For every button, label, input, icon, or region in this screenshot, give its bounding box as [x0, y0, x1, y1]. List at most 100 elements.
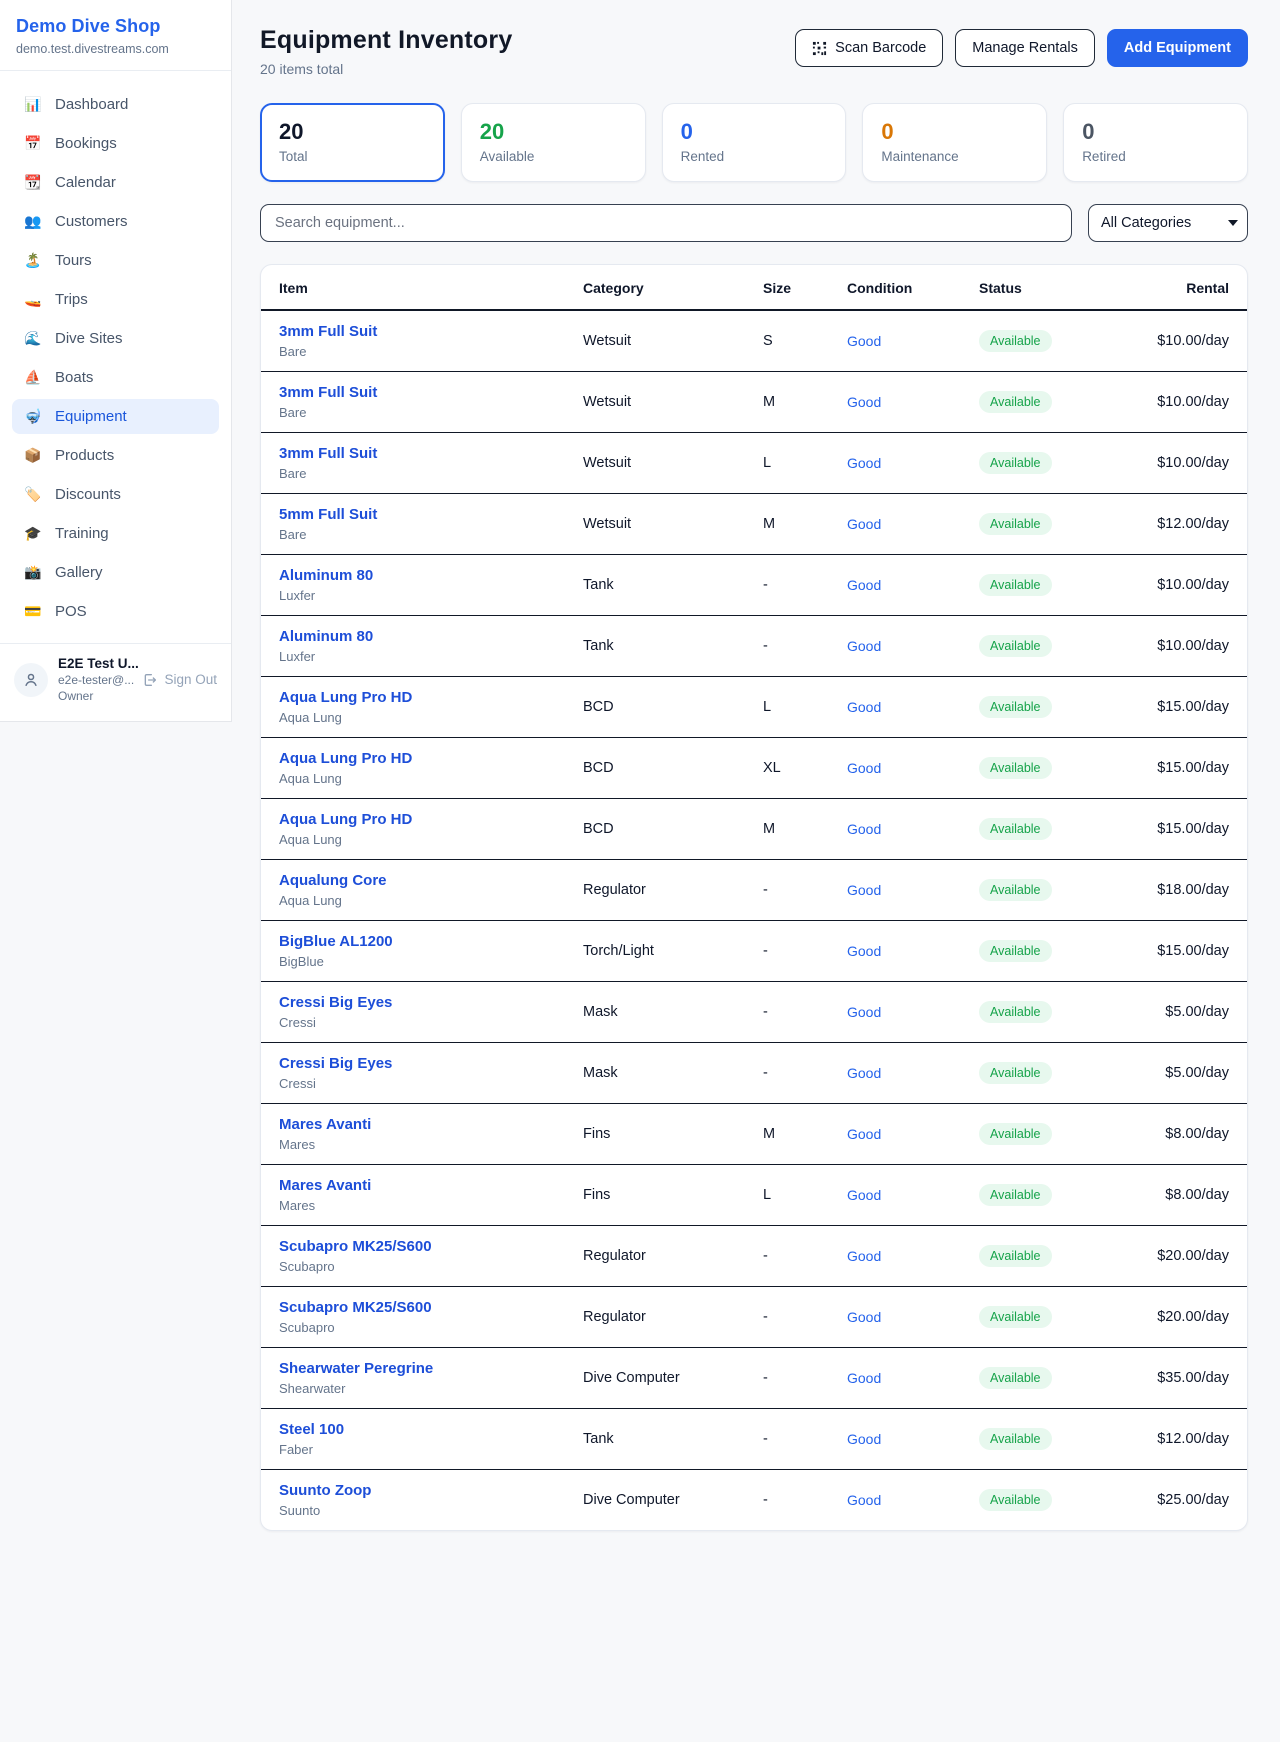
table-row: Aqua Lung Pro HDAqua LungBCDMGoodAvailab…	[261, 799, 1247, 860]
item-name-link[interactable]: Shearwater Peregrine	[279, 1360, 559, 1377]
item-name-link[interactable]: BigBlue AL1200	[279, 933, 559, 950]
cell-category: Wetsuit	[571, 372, 751, 433]
condition-link[interactable]: Good	[847, 638, 881, 654]
scan-barcode-button[interactable]: Scan Barcode	[795, 29, 943, 67]
status-badge: Available	[979, 1306, 1052, 1328]
sidebar-item-equipment[interactable]: 🤿Equipment	[12, 399, 219, 434]
item-brand: Aqua Lung	[279, 771, 559, 786]
stat-card-retired[interactable]: 0Retired	[1063, 103, 1248, 182]
cell-item: Aluminum 80Luxfer	[261, 555, 571, 616]
sidebar-item-gallery[interactable]: 📸Gallery	[12, 555, 219, 590]
sidebar-item-discounts[interactable]: 🏷️Discounts	[12, 477, 219, 512]
condition-link[interactable]: Good	[847, 1370, 881, 1386]
condition-link[interactable]: Good	[847, 1187, 881, 1203]
sidebar-item-calendar[interactable]: 📆Calendar	[12, 165, 219, 200]
cell-status: Available	[967, 1226, 1117, 1287]
item-name-link[interactable]: Scubapro MK25/S600	[279, 1238, 559, 1255]
item-brand: Shearwater	[279, 1381, 559, 1396]
stat-card-available[interactable]: 20Available	[461, 103, 646, 182]
condition-link[interactable]: Good	[847, 943, 881, 959]
add-equipment-button[interactable]: Add Equipment	[1107, 29, 1248, 67]
item-name-link[interactable]: Cressi Big Eyes	[279, 1055, 559, 1072]
search-input[interactable]	[260, 204, 1072, 242]
item-name-link[interactable]: Aqualung Core	[279, 872, 559, 889]
item-name-link[interactable]: Steel 100	[279, 1421, 559, 1438]
condition-link[interactable]: Good	[847, 394, 881, 410]
sidebar-item-label: Boats	[55, 369, 93, 386]
cell-status: Available	[967, 372, 1117, 433]
trips-icon: 🚤	[24, 291, 42, 308]
stat-card-maintenance[interactable]: 0Maintenance	[862, 103, 1047, 182]
condition-link[interactable]: Good	[847, 1492, 881, 1508]
condition-link[interactable]: Good	[847, 516, 881, 532]
item-name-link[interactable]: Aqua Lung Pro HD	[279, 689, 559, 706]
condition-link[interactable]: Good	[847, 1309, 881, 1325]
sidebar-item-trips[interactable]: 🚤Trips	[12, 282, 219, 317]
sidebar-nav: 📊Dashboard 📅Bookings 📆Calendar 👥Customers 🏝️…	[0, 71, 231, 643]
condition-link[interactable]: Good	[847, 1004, 881, 1020]
stat-card-total[interactable]: 20Total	[260, 103, 445, 182]
cell-category: Dive Computer	[571, 1470, 751, 1531]
condition-link[interactable]: Good	[847, 760, 881, 776]
sidebar-item-tours[interactable]: 🏝️Tours	[12, 243, 219, 278]
item-name-link[interactable]: Mares Avanti	[279, 1116, 559, 1133]
manage-rentals-button[interactable]: Manage Rentals	[955, 29, 1095, 67]
item-name-link[interactable]: Suunto Zoop	[279, 1482, 559, 1499]
sidebar-item-bookings[interactable]: 📅Bookings	[12, 126, 219, 161]
condition-link[interactable]: Good	[847, 333, 881, 349]
condition-link[interactable]: Good	[847, 1248, 881, 1264]
calendar-icon: 📆	[24, 174, 42, 191]
stat-label: Retired	[1082, 149, 1229, 164]
sidebar-item-products[interactable]: 📦Products	[12, 438, 219, 473]
bookings-icon: 📅	[24, 135, 42, 152]
item-name-link[interactable]: Cressi Big Eyes	[279, 994, 559, 1011]
column-header-status: Status	[967, 265, 1117, 310]
stat-card-rented[interactable]: 0Rented	[662, 103, 847, 182]
sidebar-item-pos[interactable]: 💳POS	[12, 594, 219, 629]
condition-link[interactable]: Good	[847, 1431, 881, 1447]
category-select[interactable]: All Categories	[1088, 204, 1248, 242]
condition-link[interactable]: Good	[847, 882, 881, 898]
table-row: 3mm Full SuitBareWetsuitLGoodAvailable$1…	[261, 433, 1247, 494]
item-name-link[interactable]: 3mm Full Suit	[279, 445, 559, 462]
status-badge: Available	[979, 1245, 1052, 1267]
cell-rental: $10.00/day	[1117, 555, 1247, 616]
cell-category: Dive Computer	[571, 1348, 751, 1409]
table-row: Scubapro MK25/S600ScubaproRegulator-Good…	[261, 1226, 1247, 1287]
table-row: Mares AvantiMaresFinsLGoodAvailable$8.00…	[261, 1165, 1247, 1226]
cell-item: Aqua Lung Pro HD Aqua Lung	[261, 738, 571, 799]
cell-condition: Good	[835, 1043, 967, 1104]
item-name-link[interactable]: Aqua Lung Pro HD	[279, 811, 559, 828]
condition-link[interactable]: Good	[847, 455, 881, 471]
page-title: Equipment Inventory	[260, 26, 512, 55]
cell-category: Regulator	[571, 1226, 751, 1287]
item-name-link[interactable]: 3mm Full Suit	[279, 323, 559, 340]
condition-link[interactable]: Good	[847, 1065, 881, 1081]
condition-link[interactable]: Good	[847, 699, 881, 715]
item-name-link[interactable]: Aluminum 80	[279, 567, 559, 584]
condition-link[interactable]: Good	[847, 577, 881, 593]
dashboard-icon: 📊	[24, 96, 42, 113]
sidebar-item-boats[interactable]: ⛵Boats	[12, 360, 219, 395]
condition-link[interactable]: Good	[847, 821, 881, 837]
condition-link[interactable]: Good	[847, 1126, 881, 1142]
status-badge: Available	[979, 574, 1052, 596]
item-name-link[interactable]: Aqua Lung Pro HD	[279, 750, 559, 767]
sign-out-button[interactable]: Sign Out	[142, 672, 217, 688]
item-name-link[interactable]: Aluminum 80	[279, 628, 559, 645]
sidebar-item-customers[interactable]: 👥Customers	[12, 204, 219, 239]
item-name-link[interactable]: Scubapro MK25/S600	[279, 1299, 559, 1316]
status-badge: Available	[979, 1184, 1052, 1206]
item-name-link[interactable]: 3mm Full Suit	[279, 384, 559, 401]
sidebar-item-training[interactable]: 🎓Training	[12, 516, 219, 551]
sidebar-item-dashboard[interactable]: 📊Dashboard	[12, 87, 219, 122]
user-role: Owner	[58, 689, 132, 703]
shop-name[interactable]: Demo Dive Shop	[16, 16, 213, 37]
item-name-link[interactable]: Mares Avanti	[279, 1177, 559, 1194]
cell-status: Available	[967, 799, 1117, 860]
item-name-link[interactable]: 5mm Full Suit	[279, 506, 559, 523]
cell-status: Available	[967, 1348, 1117, 1409]
item-brand: Bare	[279, 527, 559, 542]
sidebar-item-dive-sites[interactable]: 🌊Dive Sites	[12, 321, 219, 356]
cell-size: M	[751, 494, 835, 555]
